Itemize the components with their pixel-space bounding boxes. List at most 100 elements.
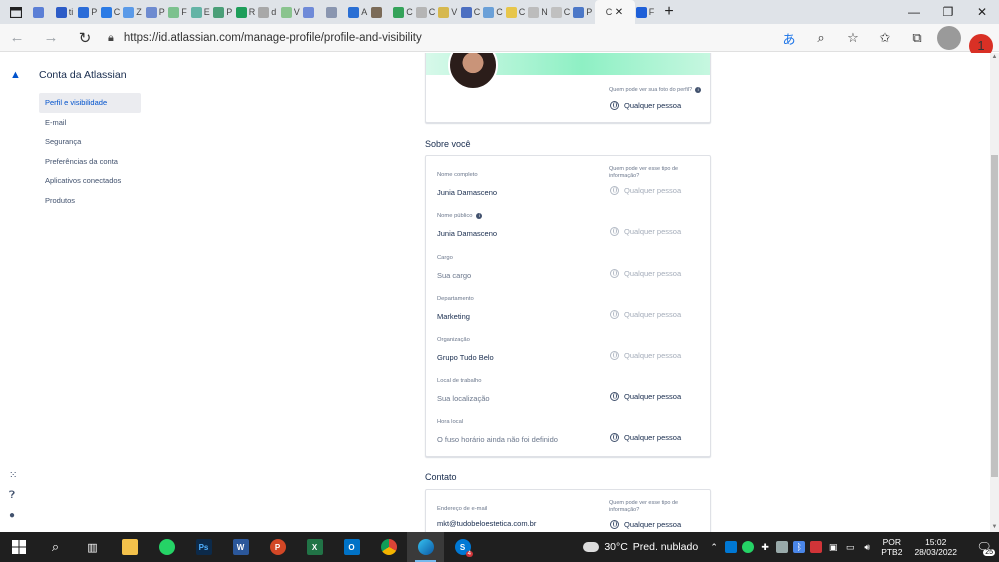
chevron-up-icon[interactable]: ⌃ — [708, 541, 720, 553]
profile-avatar[interactable] — [937, 26, 961, 50]
browser-tab[interactable]: R — [235, 0, 258, 24]
browser-tab[interactable]: C — [550, 0, 573, 24]
back-button[interactable]: ← — [0, 24, 34, 52]
browser-tab[interactable]: C — [482, 0, 505, 24]
browser-tab[interactable]: N — [527, 0, 550, 24]
browser-tab[interactable]: d — [257, 0, 280, 24]
info-icon[interactable]: i — [695, 87, 702, 93]
atlassian-logo-icon[interactable]: ▲ — [10, 69, 21, 81]
browser-tab[interactable]: V — [280, 0, 303, 24]
field-value[interactable]: Marketing — [437, 312, 597, 321]
field-value[interactable]: Grupo Tudo Belo — [437, 353, 597, 362]
email-value[interactable]: mkt@tudobeloestetica.com.br — [437, 519, 597, 528]
reload-button[interactable]: ↻ — [68, 24, 102, 52]
zoom-icon[interactable]: ⌕ — [809, 26, 833, 50]
scroll-down-icon[interactable]: ▼ — [990, 523, 999, 532]
sidebar-item[interactable]: Produtos — [39, 191, 141, 211]
browser-tab[interactable]: C — [415, 0, 438, 24]
start-button[interactable] — [0, 532, 37, 562]
browser-tab[interactable]: Z — [122, 0, 145, 24]
powerpoint-button[interactable]: P — [259, 532, 296, 562]
settings-more-button[interactable]: ⋯1 — [969, 26, 993, 58]
field-value[interactable]: Sua cargo — [437, 271, 597, 280]
close-window-icon[interactable]: ✕ — [965, 0, 999, 24]
word-button[interactable]: W — [222, 532, 259, 562]
browser-tab[interactable]: P — [145, 0, 168, 24]
browser-tab[interactable]: P — [212, 0, 235, 24]
sidebar-item[interactable]: E-mail — [39, 113, 141, 133]
forward-button[interactable]: → — [34, 24, 68, 52]
info-icon[interactable]: i — [476, 213, 483, 219]
maximize-icon[interactable]: ❐ — [931, 0, 965, 24]
sidebar-item[interactable]: Segurança — [39, 132, 141, 152]
close-tab-icon[interactable]: ✕ — [615, 7, 623, 18]
profile-photo[interactable] — [448, 53, 498, 90]
chrome-button[interactable] — [370, 532, 407, 562]
browser-tab[interactable]: P — [77, 0, 100, 24]
skype-button[interactable]: S 4 — [444, 532, 481, 562]
browser-tab[interactable]: ti — [55, 0, 78, 24]
browser-tab[interactable]: C — [505, 0, 528, 24]
tab-active[interactable]: C ✕ — [594, 0, 635, 24]
network-icon[interactable]: ▭ — [844, 541, 856, 553]
browser-tab[interactable]: C — [392, 0, 415, 24]
field-value[interactable]: Junia Damasceno — [437, 229, 597, 238]
sidebar-item[interactable]: Perfil e visibilidade — [39, 93, 141, 113]
whatsapp-button[interactable] — [148, 532, 185, 562]
field-visibility-dropdown[interactable]: Qualquer pessoa — [610, 433, 681, 442]
excel-button[interactable]: X — [296, 532, 333, 562]
minimize-icon[interactable]: — — [897, 0, 931, 24]
volume-icon[interactable]: 🔊︎ — [861, 541, 873, 553]
cloud-tray-icon[interactable] — [776, 541, 789, 553]
browser-tab[interactable]: F — [167, 0, 190, 24]
help-icon[interactable]: ❓︎ — [9, 490, 15, 501]
app-switcher-icon[interactable]: ⁙ — [9, 470, 17, 481]
collections-icon[interactable]: ⧉ — [905, 26, 929, 50]
bluetooth-icon[interactable]: ᛒ — [793, 541, 806, 553]
clock[interactable]: 15:02 28/03/2022 — [914, 537, 957, 557]
url-field[interactable]: 🔒︎ https://id.atlassian.com/manage-profi… — [108, 24, 422, 52]
scroll-up-icon[interactable]: ▲ — [990, 53, 999, 62]
browser-tab[interactable] — [302, 0, 325, 24]
language-indicator[interactable]: POR PTB2 — [881, 537, 902, 557]
outlook-tray-icon[interactable] — [725, 541, 738, 553]
tab-atlassian[interactable]: F — [635, 0, 658, 24]
field-value[interactable]: Junia Damasceno — [437, 188, 597, 197]
browser-tab[interactable]: E — [190, 0, 213, 24]
outlook-button[interactable]: O — [333, 532, 370, 562]
browser-tab[interactable]: V — [437, 0, 460, 24]
browser-tab[interactable]: C — [460, 0, 483, 24]
email-visibility-dropdown[interactable]: Qualquer pessoa — [610, 520, 681, 529]
whatsapp-tray-icon[interactable] — [742, 541, 755, 553]
sidebar-item[interactable]: Aplicativos conectados — [39, 171, 141, 191]
browser-tab[interactable] — [325, 0, 348, 24]
browser-tab[interactable]: A — [347, 0, 370, 24]
new-tab-button[interactable]: + — [657, 3, 681, 21]
sidebar-item[interactable]: Preferências da conta — [39, 152, 141, 172]
scrollbar-thumb[interactable] — [991, 155, 998, 477]
tab-actions-button[interactable] — [0, 0, 32, 24]
browser-tab[interactable]: C — [100, 0, 123, 24]
photoshop-button[interactable]: Ps — [185, 532, 222, 562]
field-value[interactable]: O fuso horário ainda não foi definido — [437, 435, 597, 444]
page-scrollbar[interactable]: ▲ ▼ — [990, 53, 999, 532]
favorite-star-icon[interactable]: ☆ — [841, 26, 865, 50]
browser-tab[interactable] — [32, 0, 55, 24]
search-button[interactable]: ⌕ — [37, 532, 74, 562]
field-visibility-dropdown[interactable]: Qualquer pessoa — [610, 392, 681, 401]
weather-widget[interactable]: 30°C Pred. nublado — [583, 541, 698, 553]
account-avatar[interactable]: ● — [9, 510, 15, 521]
puzzle-tray-icon[interactable]: ✚ — [759, 541, 771, 553]
file-explorer-button[interactable] — [111, 532, 148, 562]
browser-tab[interactable] — [370, 0, 393, 24]
notification-center-button[interactable]: 🗨︎ 25 — [969, 532, 999, 562]
shield-tray-icon[interactable] — [810, 541, 823, 553]
display-icon[interactable]: ▣ — [827, 541, 839, 553]
favorites-icon[interactable]: ✩ — [873, 26, 897, 50]
photo-visibility-dropdown[interactable]: Qualquer pessoa — [610, 101, 681, 110]
task-view-button[interactable]: ▥ — [74, 532, 111, 562]
field-value[interactable]: Sua localização — [437, 394, 597, 403]
browser-tab[interactable]: P — [572, 0, 595, 24]
read-aloud-icon[interactable]: あ — [777, 26, 801, 50]
edge-button[interactable] — [407, 532, 444, 562]
